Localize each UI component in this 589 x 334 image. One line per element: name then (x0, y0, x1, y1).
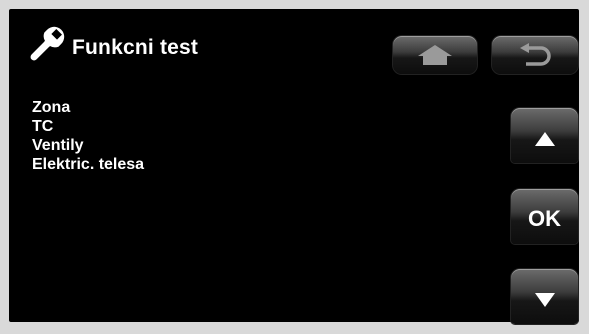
back-button[interactable] (492, 36, 578, 74)
menu-item-elektric-telesa[interactable]: Elektric. telesa (32, 155, 144, 174)
ok-label: OK (528, 205, 561, 231)
page-title: Funkcni test (72, 36, 199, 59)
home-icon (418, 45, 452, 65)
menu-item-zona[interactable]: Zona (32, 98, 144, 117)
display-screen: Funkcni test Zona TC Ventily Elektric. t… (9, 9, 579, 324)
triangle-up-icon (534, 131, 555, 146)
menu-item-tc[interactable]: TC (32, 117, 144, 136)
back-arrow-icon (520, 43, 551, 66)
ok-button[interactable]: OK (511, 189, 578, 244)
triangle-down-icon (534, 292, 555, 307)
scroll-down-button[interactable] (511, 269, 578, 324)
device-frame: Funkcni test Zona TC Ventily Elektric. t… (0, 0, 589, 334)
home-button[interactable] (393, 36, 477, 74)
wrench-icon (24, 25, 66, 67)
menu-list: Zona TC Ventily Elektric. telesa (32, 98, 144, 174)
menu-item-ventily[interactable]: Ventily (32, 136, 144, 155)
scroll-up-button[interactable] (511, 108, 578, 163)
